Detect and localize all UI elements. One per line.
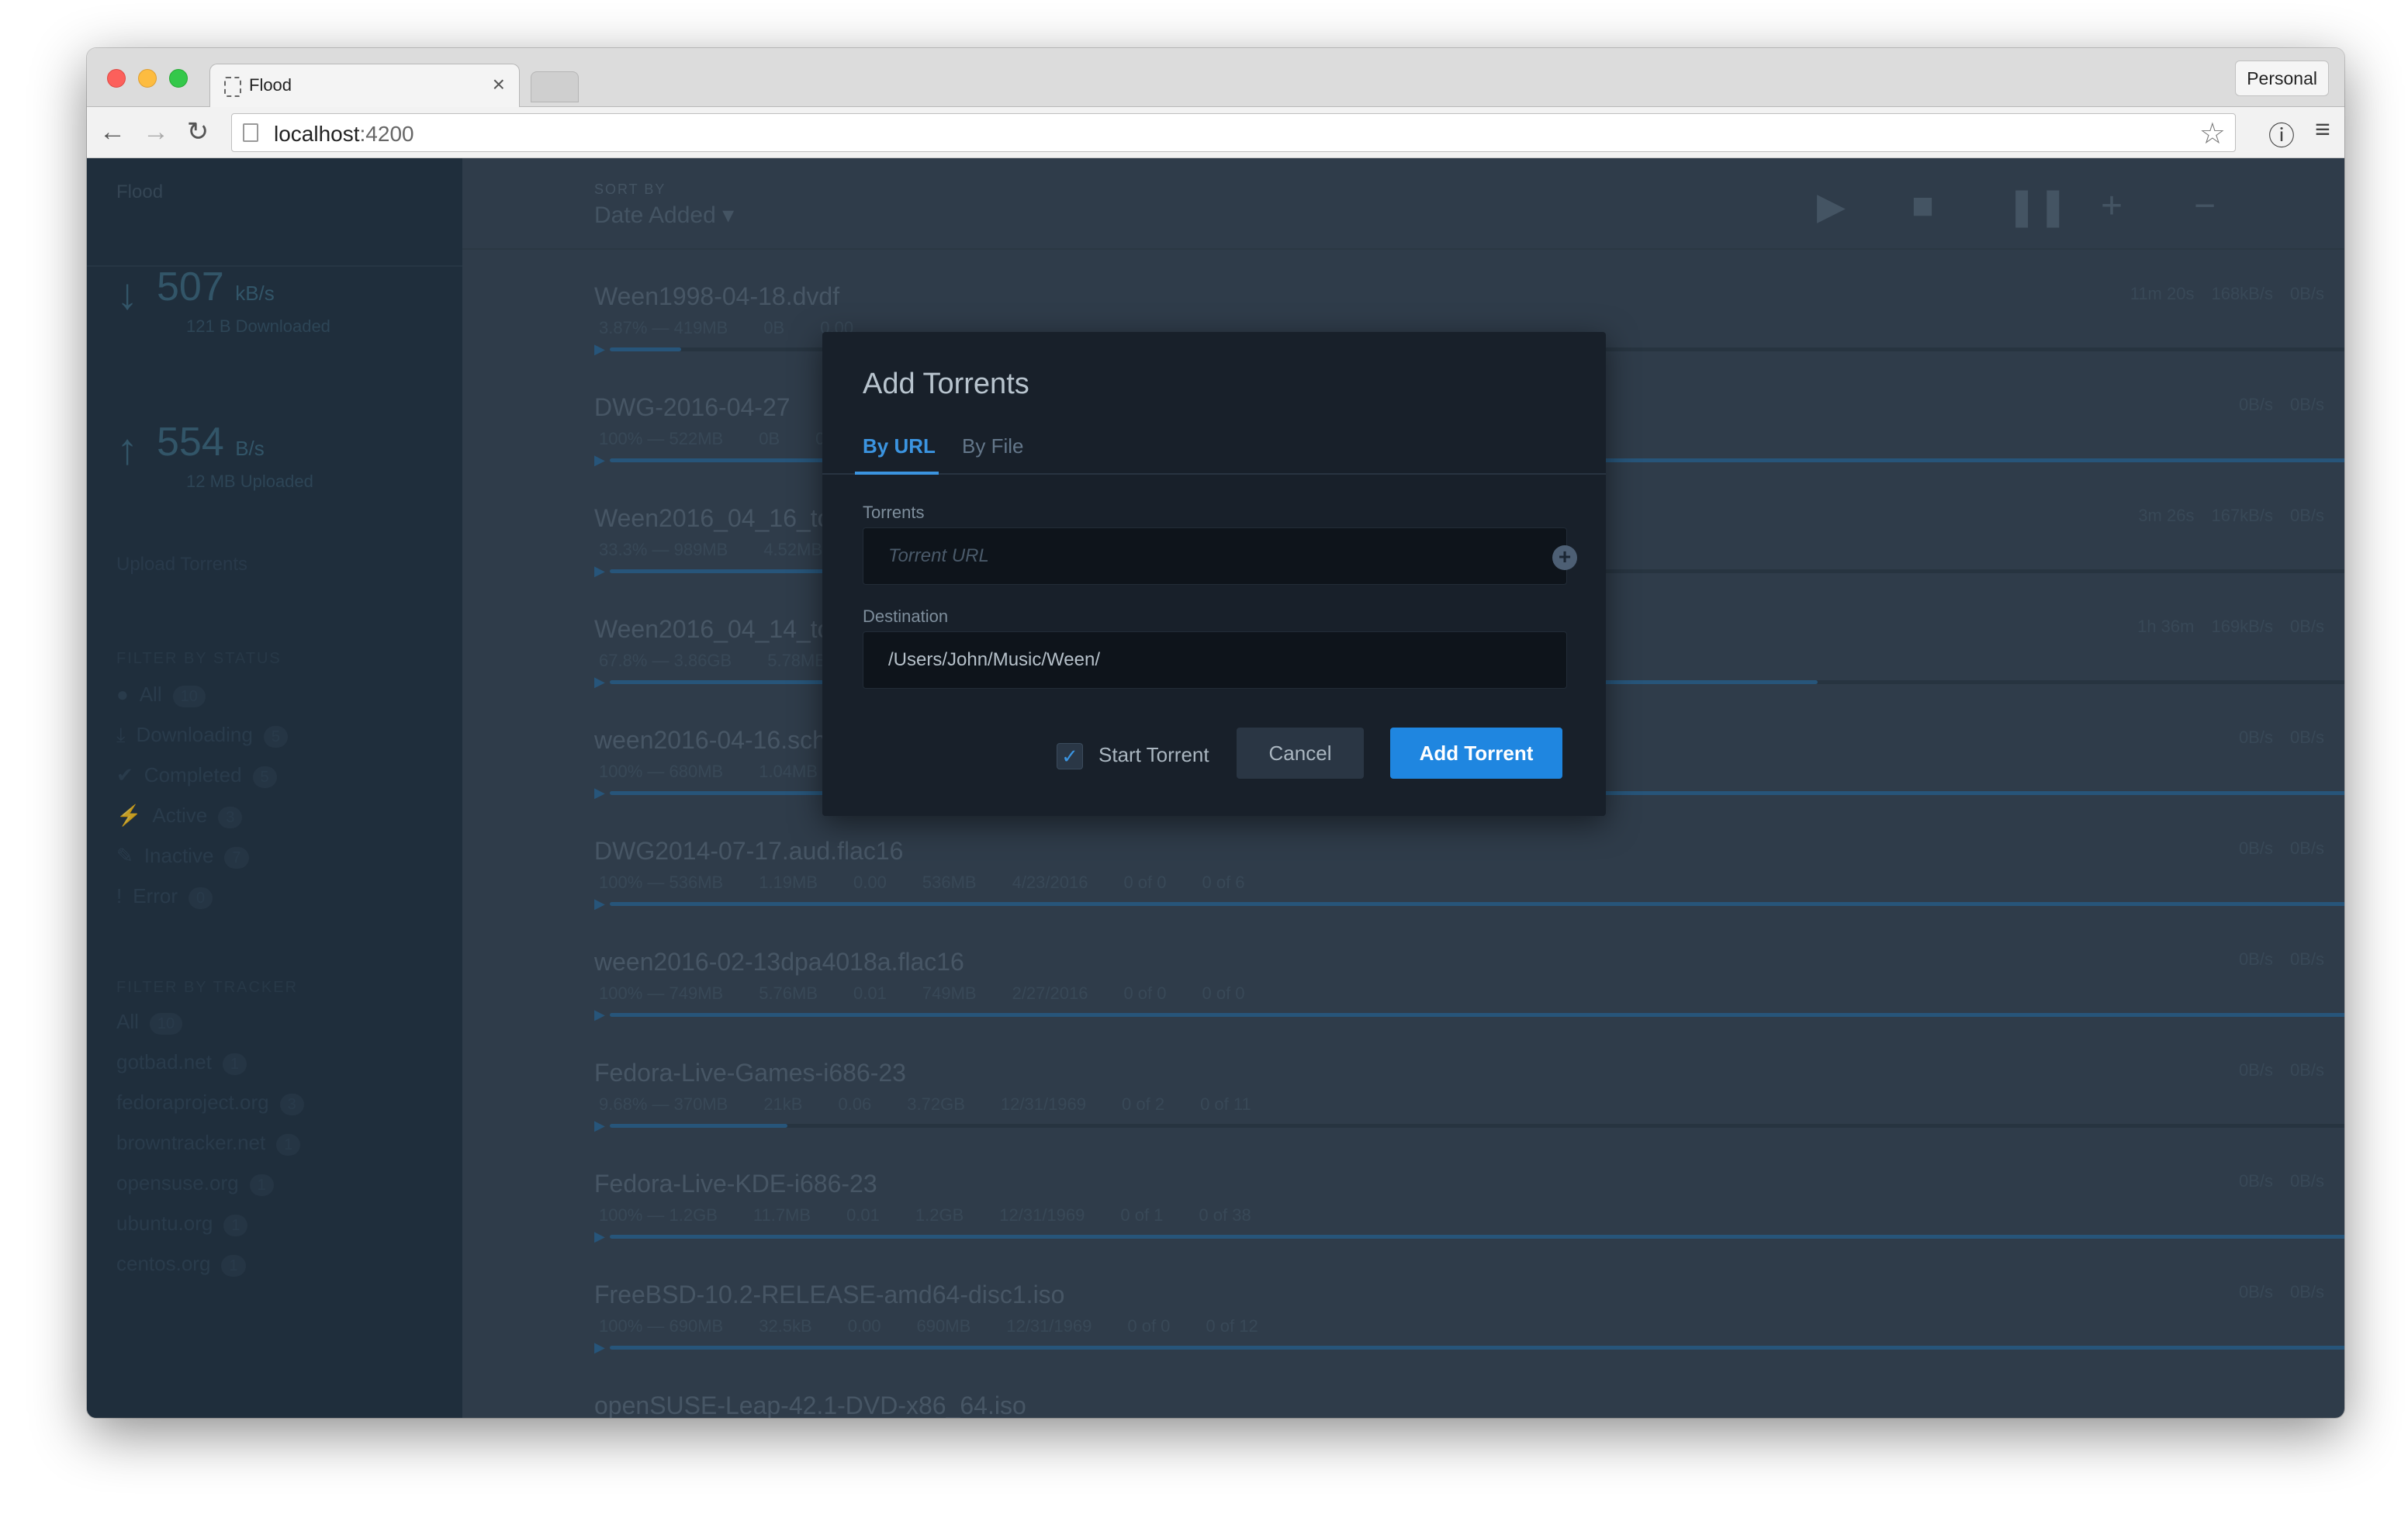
tab-by-url[interactable]: By URL (863, 434, 936, 458)
menu-icon[interactable]: ≡ (2315, 115, 2330, 145)
forward-arrow-icon[interactable]: → (138, 113, 174, 150)
page-favicon-icon (224, 77, 241, 97)
bookmark-star-icon[interactable]: ☆ (2199, 116, 2226, 151)
browser-tab[interactable]: Flood × (209, 64, 520, 107)
modal-title: Add Torrents (863, 368, 1029, 400)
add-torrent-button[interactable]: Add Torrent (1390, 728, 1562, 779)
info-icon[interactable]: ⓘ (2268, 115, 2295, 153)
browser-window: Flood × Personal ← → ↻ localhost:4200 ☆ … (87, 48, 2344, 1418)
maximize-window-button[interactable] (169, 69, 188, 88)
new-tab-button[interactable] (531, 71, 579, 102)
start-torrent-label[interactable]: Start Torrent (1098, 743, 1209, 767)
torrents-label: Torrents (863, 503, 925, 522)
minimize-window-button[interactable] (138, 69, 157, 88)
destination-label: Destination (863, 607, 949, 626)
add-url-plus-icon[interactable]: + (1552, 545, 1577, 570)
browser-toolbar: ← → ↻ localhost:4200 ☆ ⓘ ≡ (87, 107, 2344, 158)
reload-icon[interactable]: ↻ (180, 113, 216, 150)
address-bar[interactable]: localhost:4200 ☆ (231, 113, 2236, 152)
start-torrent-checkbox[interactable]: ✓ (1057, 743, 1083, 769)
modal-tabs: By URL By File (822, 417, 1606, 475)
profile-button[interactable]: Personal (2235, 60, 2329, 96)
torrent-url-placeholder: Torrent URL (888, 545, 989, 566)
destination-value: /Users/John/Music/Ween/ (888, 649, 1100, 670)
cancel-button[interactable]: Cancel (1237, 728, 1364, 779)
tab-by-file[interactable]: By File (962, 434, 1023, 458)
page-icon (243, 123, 258, 142)
active-tab-indicator (855, 472, 939, 475)
tab-bar: Flood × Personal (87, 48, 2344, 107)
app-content: Flood ↓ 507 kB/s 121 B Downloaded ↑ 554 … (87, 158, 2344, 1418)
tab-close-icon[interactable]: × (493, 72, 505, 97)
url-port: :4200 (359, 122, 414, 146)
back-arrow-icon[interactable]: ← (95, 113, 130, 150)
url-text: localhost:4200 (274, 122, 414, 147)
torrent-url-input[interactable]: Torrent URL + (863, 527, 1577, 585)
url-host: localhost (274, 122, 360, 146)
close-window-button[interactable] (107, 69, 126, 88)
add-torrents-modal: Add Torrents By URL By File Torrents Tor… (822, 332, 1606, 816)
tab-title: Flood (249, 75, 292, 95)
destination-input[interactable]: /Users/John/Music/Ween/ (863, 631, 1567, 689)
